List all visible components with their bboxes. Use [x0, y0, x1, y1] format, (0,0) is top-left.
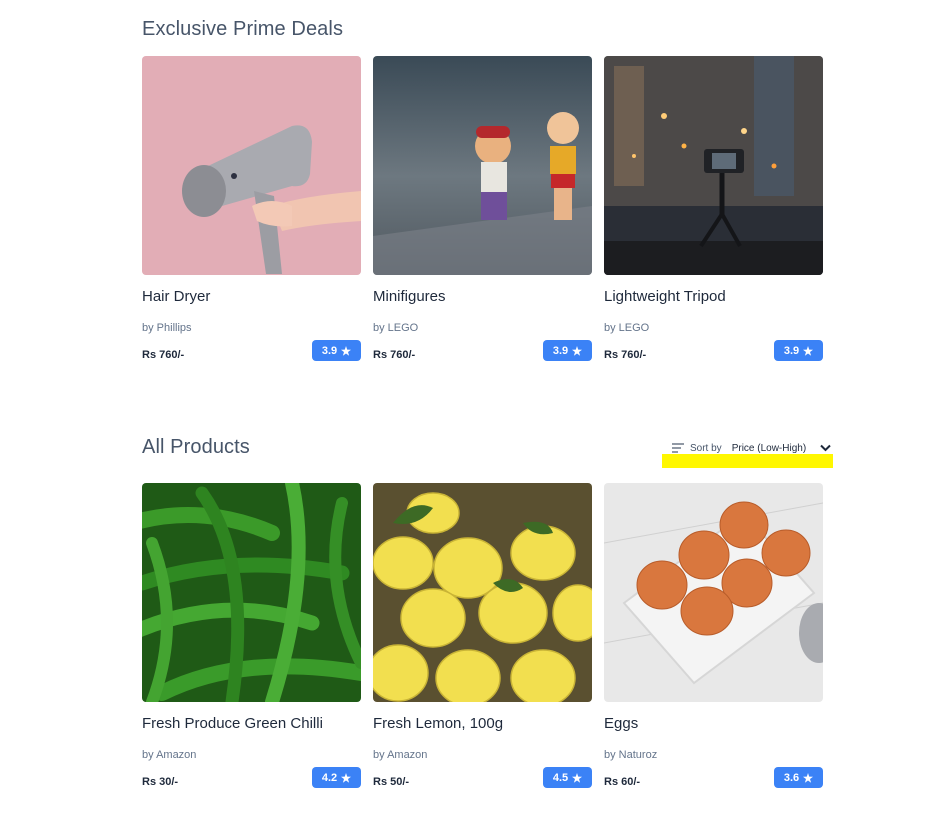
rating-badge: 4.5 — [543, 767, 592, 788]
product-brand: by LEGO — [604, 322, 650, 334]
product-title[interactable]: Eggs — [604, 715, 638, 732]
product-price: Rs 760/- — [604, 349, 647, 361]
rating-badge: 3.9 — [543, 340, 592, 361]
product-card[interactable]: Fresh Lemon, 100g by Amazon Rs 50/- 4.5 — [373, 483, 592, 803]
rating-value: 3.9 — [552, 344, 569, 357]
star-icon — [572, 345, 583, 356]
hair-dryer-image[interactable] — [142, 56, 361, 275]
rating-value: 4.2 — [321, 771, 338, 784]
product-price: Rs 760/- — [373, 349, 416, 361]
prime-deals-heading: Exclusive Prime Deals — [142, 18, 344, 40]
star-icon — [572, 772, 583, 783]
chevron-down-icon[interactable] — [820, 444, 831, 452]
product-brand: by LEGO — [373, 322, 419, 334]
star-icon — [803, 772, 814, 783]
product-price: Rs 50/- — [373, 776, 410, 788]
product-card[interactable]: Minifigures by LEGO Rs 760/- 3.9 — [373, 56, 592, 376]
product-price: Rs 30/- — [142, 776, 179, 788]
product-card[interactable]: Lightweight Tripod by LEGO Rs 760/- 3.9 — [604, 56, 823, 376]
rating-value: 3.6 — [783, 771, 800, 784]
star-icon — [341, 772, 352, 783]
sort-dropdown[interactable]: Sort by Price (Low-High) — [672, 440, 831, 456]
tripod-image[interactable] — [604, 56, 823, 275]
star-icon — [803, 345, 814, 356]
sort-value[interactable]: Price (Low-High) — [732, 443, 806, 454]
rating-value: 4.5 — [552, 771, 569, 784]
product-title[interactable]: Minifigures — [373, 288, 446, 305]
minifigures-image[interactable] — [373, 56, 592, 275]
green-chilli-image[interactable] — [142, 483, 361, 702]
product-title[interactable]: Hair Dryer — [142, 288, 210, 305]
product-card[interactable]: Eggs by Naturoz Rs 60/- 3.6 — [604, 483, 823, 803]
sort-label: Sort by — [690, 442, 722, 454]
rating-value: 3.9 — [321, 344, 338, 357]
all-products-heading: All Products — [142, 436, 250, 458]
rating-badge: 3.9 — [774, 340, 823, 361]
product-title[interactable]: Fresh Produce Green Chilli — [142, 715, 323, 732]
product-brand: by Amazon — [373, 749, 428, 761]
sort-highlight-bar — [662, 454, 833, 468]
product-price: Rs 60/- — [604, 776, 641, 788]
all-products-grid: Fresh Produce Green Chilli by Amazon Rs … — [142, 483, 823, 803]
eggs-image[interactable] — [604, 483, 823, 702]
product-card[interactable]: Hair Dryer by Phillips Rs 760/- 3.9 — [142, 56, 361, 376]
product-title[interactable]: Lightweight Tripod — [604, 288, 726, 305]
product-price: Rs 760/- — [142, 349, 185, 361]
product-card[interactable]: Fresh Produce Green Chilli by Amazon Rs … — [142, 483, 361, 803]
prime-deals-grid: Hair Dryer by Phillips Rs 760/- 3.9 Mini… — [142, 56, 823, 376]
product-brand: by Amazon — [142, 749, 197, 761]
product-brand: by Naturoz — [604, 749, 658, 761]
rating-badge: 3.9 — [312, 340, 361, 361]
rating-badge: 3.6 — [774, 767, 823, 788]
rating-badge: 4.2 — [312, 767, 361, 788]
lemon-image[interactable] — [373, 483, 592, 702]
sort-lines-icon — [672, 443, 684, 453]
star-icon — [341, 345, 352, 356]
product-title[interactable]: Fresh Lemon, 100g — [373, 715, 503, 732]
rating-value: 3.9 — [783, 344, 800, 357]
product-brand: by Phillips — [142, 322, 192, 334]
